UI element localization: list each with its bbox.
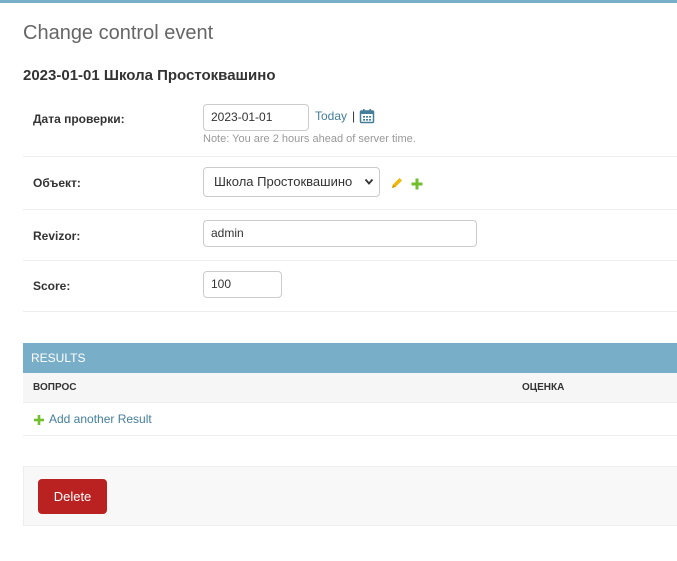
results-inline-group: RESULTS ВОПРОС ОЦЕНКА Add another Result [23, 343, 677, 436]
results-table-header: ВОПРОС ОЦЕНКА [23, 373, 677, 403]
object-title: 2023-01-01 Школа Простоквашино [23, 67, 276, 84]
object-label: Объект: [33, 176, 81, 190]
add-another-result-link[interactable]: Add another Result [49, 412, 152, 426]
plus-icon[interactable] [34, 414, 44, 425]
pencil-icon[interactable] [390, 176, 404, 190]
date-label: Дата проверки: [33, 112, 125, 126]
delete-button[interactable]: Delete [38, 479, 107, 514]
form-row-date: Дата проверки: 2023-01-01 Today | Note: … [23, 96, 677, 157]
revizor-label: Revizor: [33, 229, 81, 243]
results-caption: RESULTS [23, 343, 677, 373]
form-row-score: Score: 100 [23, 261, 677, 312]
column-score: ОЦЕНКА [522, 382, 565, 393]
object-select[interactable]: Школа Простоквашино [203, 167, 380, 197]
chevron-down-icon [364, 168, 374, 207]
plus-icon[interactable] [411, 177, 423, 190]
submit-row: Delete [23, 466, 677, 526]
object-select-value: Школа Простоквашино [214, 174, 353, 189]
score-label: Score: [33, 279, 71, 293]
date-separator: | [352, 109, 356, 123]
calendar-icon[interactable] [359, 108, 375, 124]
add-result-row: Add another Result [23, 403, 677, 436]
column-question: ВОПРОС [33, 382, 77, 393]
score-input[interactable]: 100 [203, 271, 282, 298]
revizor-input[interactable]: admin [203, 220, 477, 247]
date-help-text: Note: You are 2 hours ahead of server ti… [203, 133, 416, 145]
form-row-object: Объект: Школа Простоквашино [23, 157, 677, 210]
form-row-revizor: Revizor: admin [23, 210, 677, 261]
page-title: Change control event [23, 22, 214, 44]
today-link[interactable]: Today [315, 109, 347, 123]
top-accent-bar [0, 0, 677, 3]
date-input[interactable]: 2023-01-01 [203, 104, 309, 131]
